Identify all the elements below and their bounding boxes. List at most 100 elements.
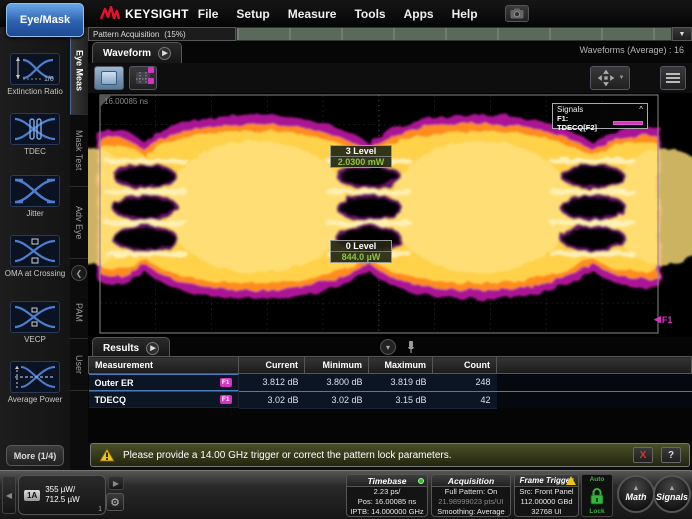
pin-icon[interactable] — [406, 340, 416, 354]
col-measurement[interactable]: Measurement — [89, 357, 239, 374]
results-collapse-button[interactable]: ▾ — [380, 339, 396, 355]
frame-trigger-rate: 112.00000 GBd — [515, 497, 578, 507]
waveform-tab[interactable]: Waveform ▶ — [92, 42, 182, 63]
tab-user[interactable]: User — [70, 339, 88, 391]
brand-name: KEYSIGHT — [125, 7, 189, 21]
vecp-icon — [13, 304, 57, 330]
waveform-tab-menu-button[interactable]: ▶ — [158, 47, 171, 60]
timebase-scale: 2.23 ps/ — [347, 487, 427, 497]
pattern-acquisition-percent: (15%) — [164, 30, 185, 39]
f1-source-badge: F1 — [220, 395, 232, 404]
channel-scroll-left-button[interactable]: ◀ — [2, 476, 16, 514]
sidebar-item-vecp[interactable]: VECP — [0, 301, 70, 345]
keysight-logo-icon — [100, 6, 120, 22]
frame-trigger-ui: 32768 UI — [515, 507, 578, 517]
camera-icon — [510, 8, 524, 19]
f1-source-badge: F1 — [220, 378, 232, 387]
menu-setup[interactable]: Setup — [227, 7, 278, 21]
tdec-icon — [13, 116, 57, 142]
chevron-left-icon: ❮ — [76, 269, 83, 278]
pattern-lock-bottom-label: Lock — [589, 508, 604, 515]
average-power-icon — [13, 364, 57, 390]
menu-help[interactable]: Help — [443, 7, 487, 21]
left-arrow-icon: ◀ — [654, 314, 661, 325]
sidebar-item-jitter[interactable]: Jitter — [0, 175, 70, 219]
pattern-acquisition-dropdown[interactable]: ▼ — [672, 27, 692, 41]
left-arrow-icon: ◀ — [6, 491, 12, 500]
channel-scroll-right-button[interactable]: ▶ — [108, 476, 124, 490]
up-arrow-icon: ▲ — [633, 486, 640, 491]
sidebar-item-average-power[interactable]: Average Power — [0, 361, 70, 405]
tab-pam[interactable]: PAM — [70, 287, 88, 339]
level0-marker[interactable]: 0 Level 844.0 µW — [330, 240, 392, 263]
acquisition-full-pattern: Full Pattern: On — [432, 487, 510, 497]
sidebar-item-oma-at-crossing[interactable]: OMA at Crossing — [0, 235, 70, 279]
pattern-acquisition-bar: Pattern Acquisition (15%) ▼ — [88, 27, 692, 41]
menu-apps[interactable]: Apps — [395, 7, 443, 21]
tab-adv-eye[interactable]: Adv Eye — [70, 187, 88, 259]
warning-dismiss-button[interactable]: X — [633, 447, 653, 463]
timebase-position-readout: 16.00085 ns — [104, 97, 148, 106]
eye-mask-mode-button[interactable]: Eye/Mask — [6, 3, 84, 37]
menu-measure[interactable]: Measure — [279, 7, 346, 21]
channel-settings-button[interactable]: ⚙ — [106, 493, 124, 511]
legend-title: Signals — [557, 105, 583, 114]
play-icon: ▶ — [162, 49, 167, 57]
acquisition-panel[interactable]: Acquisition Full Pattern: On 21.98999023… — [431, 474, 511, 517]
results-tab-menu-button[interactable]: ▶ — [146, 342, 159, 355]
table-row-outer-er[interactable]: Outer ERF1 3.812 dB 3.800 dB 3.819 dB 24… — [89, 374, 692, 392]
warning-help-button[interactable]: ? — [661, 447, 681, 463]
more-measurements-button[interactable]: More (1/4) — [6, 445, 64, 466]
channel-1a-panel[interactable]: 1A 355 µW/ 712.5 µW 1 — [18, 475, 106, 515]
acquisition-smoothing: Smoothing: Average — [432, 507, 510, 517]
up-arrow-icon: ▲ — [669, 486, 676, 491]
level3-marker[interactable]: 3 Level 2.0300 mW — [330, 145, 392, 168]
tab-mask-test[interactable]: Mask Test — [70, 115, 88, 187]
sidebar-item-extinction-ratio[interactable]: 1/0 Extinction Ratio — [0, 53, 70, 97]
channel-number: 1 — [98, 506, 102, 513]
pattern-acquisition-progress — [236, 27, 672, 41]
math-button[interactable]: ▲ Math — [617, 475, 655, 513]
col-count[interactable]: Count — [433, 357, 497, 374]
f1-channel-marker[interactable]: ◀ F1 — [654, 314, 672, 325]
main-content: Pattern Acquisition (15%) ▼ Waveform ▶ W… — [88, 27, 692, 470]
timebase-status-dot — [418, 478, 424, 484]
frame-trigger-panel[interactable]: Frame Trigger Src: Front Panel 112.00000… — [514, 474, 579, 517]
col-current[interactable]: Current — [239, 357, 305, 374]
results-tab[interactable]: Results ▶ — [92, 337, 170, 358]
sidebar-category-tabs: Eye Meas Mask Test Adv Eye ❮ PAM User — [70, 27, 88, 470]
waveforms-average-count: Waveforms (Average) : 16 — [579, 45, 684, 55]
signals-button[interactable]: ▲ Signals — [653, 475, 691, 513]
collapse-up-icon[interactable]: ^ — [639, 105, 643, 114]
sidebar-item-tdec[interactable]: TDEC — [0, 113, 70, 157]
menu-file[interactable]: File — [189, 7, 228, 21]
frame-trigger-source: Src: Front Panel — [515, 487, 578, 497]
table-row-tdecq[interactable]: TDECQF1 3.02 dB 3.02 dB 3.15 dB 42 — [89, 391, 692, 408]
collapse-down-icon: ▾ — [386, 343, 390, 352]
frame-trigger-warning-icon — [566, 476, 576, 485]
gear-icon: ⚙ — [110, 496, 120, 509]
lock-icon — [588, 487, 606, 505]
screenshot-button[interactable] — [505, 5, 529, 22]
pattern-lock-top-label: Auto — [590, 476, 605, 483]
svg-text:1/0: 1/0 — [44, 76, 54, 82]
sidebar-collapse-button[interactable]: ❮ — [71, 265, 87, 281]
signals-legend[interactable]: Signals ^ F1: TDECQ[F2] — [552, 103, 648, 129]
jitter-icon — [13, 178, 57, 204]
menu-tools[interactable]: Tools — [345, 7, 394, 21]
pattern-lock-widget[interactable]: Auto Lock — [581, 474, 613, 517]
status-bar: ◀ 1A 355 µW/ 712.5 µW 1 ▶ ⚙ Timebase 2.2… — [0, 470, 692, 519]
results-panel: Results ▶ ▾ Measurement Current Minimum … — [88, 337, 692, 443]
tab-eye-meas[interactable]: Eye Meas — [70, 27, 88, 115]
timebase-iptb: IPTB: 14.000000 GHz — [347, 507, 427, 517]
brand: KEYSIGHT — [100, 6, 189, 22]
waveform-display: ▼ — [88, 63, 692, 337]
acquisition-pts-per-ui: 21.98999023 pts/UI — [432, 497, 510, 507]
pattern-acquisition-label: Pattern Acquisition — [93, 30, 159, 39]
sidebar: 1/0 Extinction Ratio TDEC — [0, 27, 88, 470]
col-minimum[interactable]: Minimum — [305, 357, 369, 374]
results-table: Measurement Current Minimum Maximum Coun… — [88, 356, 692, 409]
timebase-panel[interactable]: Timebase 2.23 ps/ Pos: 16.00085 ns IPTB:… — [346, 474, 428, 517]
col-maximum[interactable]: Maximum — [369, 357, 433, 374]
warning-message: Please provide a 14.00 GHz trigger or co… — [123, 450, 625, 461]
